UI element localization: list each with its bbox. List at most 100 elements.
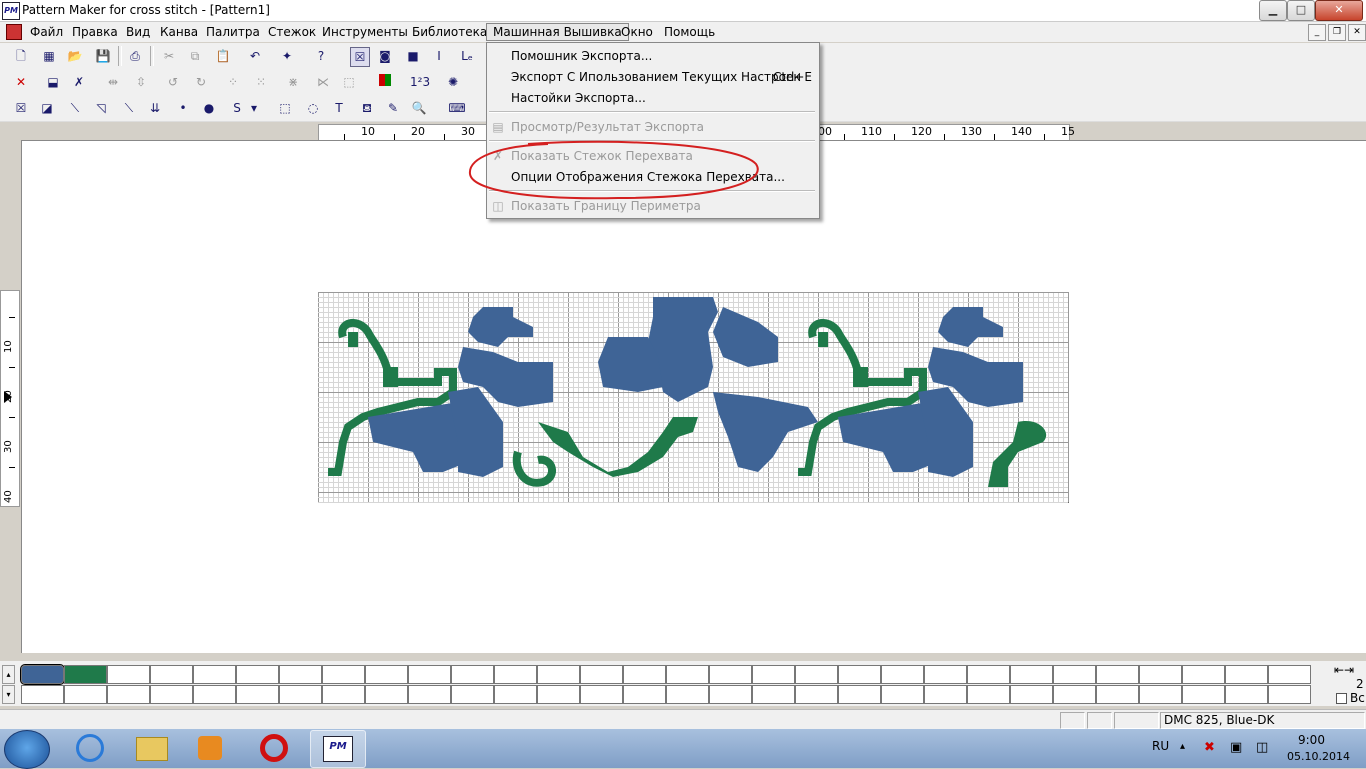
paste-icon[interactable]: 📋 — [214, 47, 232, 65]
menu-export-settings[interactable]: Настойки Экспорта... — [511, 88, 646, 108]
menu-export-wizard[interactable]: Помошник Экспорта... — [511, 46, 652, 66]
block-view-icon[interactable]: ■ — [404, 47, 422, 65]
document-icon[interactable] — [6, 24, 22, 40]
internet-explorer-icon[interactable] — [64, 730, 118, 766]
palette-swatch[interactable] — [279, 665, 322, 684]
rotate-left-icon[interactable]: ↺ — [164, 73, 182, 91]
palette-swatch[interactable] — [21, 685, 64, 704]
chevron-down-icon[interactable]: ▾ — [248, 99, 260, 117]
palette-swatch[interactable] — [666, 665, 709, 684]
mdi-restore-button[interactable]: ❐ — [1328, 24, 1346, 41]
palette-swatch[interactable] — [1139, 665, 1182, 684]
menu-file[interactable]: Файл — [24, 24, 69, 40]
palette-swatch[interactable] — [537, 685, 580, 704]
palette-swatch[interactable] — [193, 665, 236, 684]
palette-swatch[interactable] — [1139, 685, 1182, 704]
palette-swatch[interactable] — [1010, 685, 1053, 704]
cross-pattern-icon[interactable]: ⋇ — [284, 73, 302, 91]
swap-icon[interactable]: ✗ — [70, 73, 88, 91]
palette-swatch[interactable] — [1182, 665, 1225, 684]
palette-swatch[interactable] — [623, 665, 666, 684]
wizard-icon[interactable]: ✦ — [278, 47, 296, 65]
palette-swatch[interactable] — [752, 685, 795, 704]
palette-swatch[interactable] — [236, 665, 279, 684]
cut-icon[interactable]: ✂ — [160, 47, 178, 65]
palette-swatch[interactable] — [623, 685, 666, 704]
opera-icon[interactable] — [248, 730, 302, 766]
palette-swatch[interactable] — [1182, 685, 1225, 704]
pattern-maker-task-icon[interactable]: PM — [310, 730, 366, 768]
palette-swatch[interactable] — [408, 685, 451, 704]
line-view-icon[interactable]: Lₑ — [458, 47, 476, 65]
palette-swatch[interactable] — [494, 685, 537, 704]
fill-bucket-icon[interactable]: ⛾ — [358, 99, 376, 117]
palette-swatch[interactable] — [322, 685, 365, 704]
new-file-icon[interactable]: 🗋 — [12, 47, 30, 65]
palette-swatch[interactable] — [795, 685, 838, 704]
keyboard-icon[interactable]: ⌨ — [448, 99, 466, 117]
clock-time[interactable]: 9:00 — [1298, 733, 1325, 747]
palette-swatch[interactable] — [666, 685, 709, 704]
menu-library[interactable]: Библиотека — [406, 24, 493, 40]
mdi-minimize-button[interactable]: _ — [1308, 24, 1326, 41]
palette-scroll-down[interactable]: ▾ — [2, 685, 15, 704]
stamp-icon[interactable]: ⁙ — [252, 73, 270, 91]
palette-swatch[interactable] — [709, 665, 752, 684]
palette-swatch[interactable] — [924, 685, 967, 704]
full-stitch-view-icon[interactable]: ☒ — [350, 47, 370, 67]
palette-swatch[interactable] — [580, 665, 623, 684]
rect-select-icon[interactable]: ⬚ — [276, 99, 294, 117]
save-icon[interactable]: 💾 — [94, 47, 112, 65]
minimize-button[interactable]: ▁ — [1259, 0, 1287, 21]
french-knot-icon[interactable]: • — [174, 99, 192, 117]
zoom-icon[interactable]: 🔍 — [410, 99, 428, 117]
mdi-close-button[interactable]: ✕ — [1348, 24, 1366, 41]
pattern-grid[interactable] — [318, 292, 1069, 503]
start-button[interactable] — [4, 730, 50, 769]
print-icon[interactable]: ⎙ — [126, 47, 144, 65]
menu-jump-stitch-options[interactable]: Опции Отображения Стежока Перехвата... — [511, 167, 785, 187]
maximize-button[interactable]: □ — [1287, 0, 1315, 21]
fill-icon[interactable]: ⁘ — [224, 73, 242, 91]
palette-swatch[interactable] — [537, 665, 580, 684]
palette-swatch[interactable] — [365, 685, 408, 704]
open-folder-icon[interactable]: 📂 — [66, 47, 84, 65]
palette-swatch[interactable] — [150, 665, 193, 684]
media-player-icon[interactable] — [184, 730, 238, 766]
delete-icon[interactable]: ✕ — [12, 73, 30, 91]
all-checkbox[interactable] — [1336, 693, 1347, 704]
palette-swatch[interactable] — [451, 665, 494, 684]
select-all-icon[interactable]: ⬚ — [340, 73, 358, 91]
palette-swatch[interactable] — [1225, 665, 1268, 684]
palette-swatch[interactable] — [795, 665, 838, 684]
undo-icon[interactable]: ↶ — [246, 47, 264, 65]
palette-swatch[interactable] — [193, 685, 236, 704]
clock-date[interactable]: 05.10.2014 — [1287, 750, 1350, 763]
menu-canvas[interactable]: Канва — [154, 24, 204, 40]
flip-vertical-icon[interactable]: ⇳ — [132, 73, 150, 91]
palette-swatch[interactable] — [236, 685, 279, 704]
menu-edit[interactable]: Правка — [66, 24, 124, 40]
palette-swatch[interactable] — [64, 685, 107, 704]
palette-swatch[interactable] — [709, 685, 752, 704]
help-icon[interactable]: ? — [312, 47, 330, 65]
specialty-stitch-icon[interactable]: S — [228, 99, 246, 117]
palette-swatch[interactable] — [1268, 665, 1311, 684]
menu-stitch[interactable]: Стежок — [262, 24, 322, 40]
palette-swatch[interactable] — [107, 685, 150, 704]
palette-swatch[interactable] — [967, 685, 1010, 704]
palette-swatch[interactable] — [150, 685, 193, 704]
palette-swatch[interactable] — [107, 665, 150, 684]
palette-swatch[interactable] — [64, 665, 107, 684]
palette-scroll-up[interactable]: ▴ — [2, 665, 15, 684]
menu-view[interactable]: Вид — [120, 24, 156, 40]
color-palette-icon[interactable] — [376, 73, 394, 91]
text-tool-icon[interactable]: T — [330, 99, 348, 117]
backstitch-icon[interactable]: ⟍ — [120, 99, 138, 117]
palette-swatch[interactable] — [1053, 685, 1096, 704]
menu-tools[interactable]: Инструменты — [316, 24, 414, 40]
quarter-stitch-icon[interactable]: ⟍ — [66, 99, 84, 117]
palette-swatch[interactable] — [924, 665, 967, 684]
palette-swatch[interactable] — [1225, 685, 1268, 704]
move-icon[interactable]: ⬓ — [44, 73, 62, 91]
